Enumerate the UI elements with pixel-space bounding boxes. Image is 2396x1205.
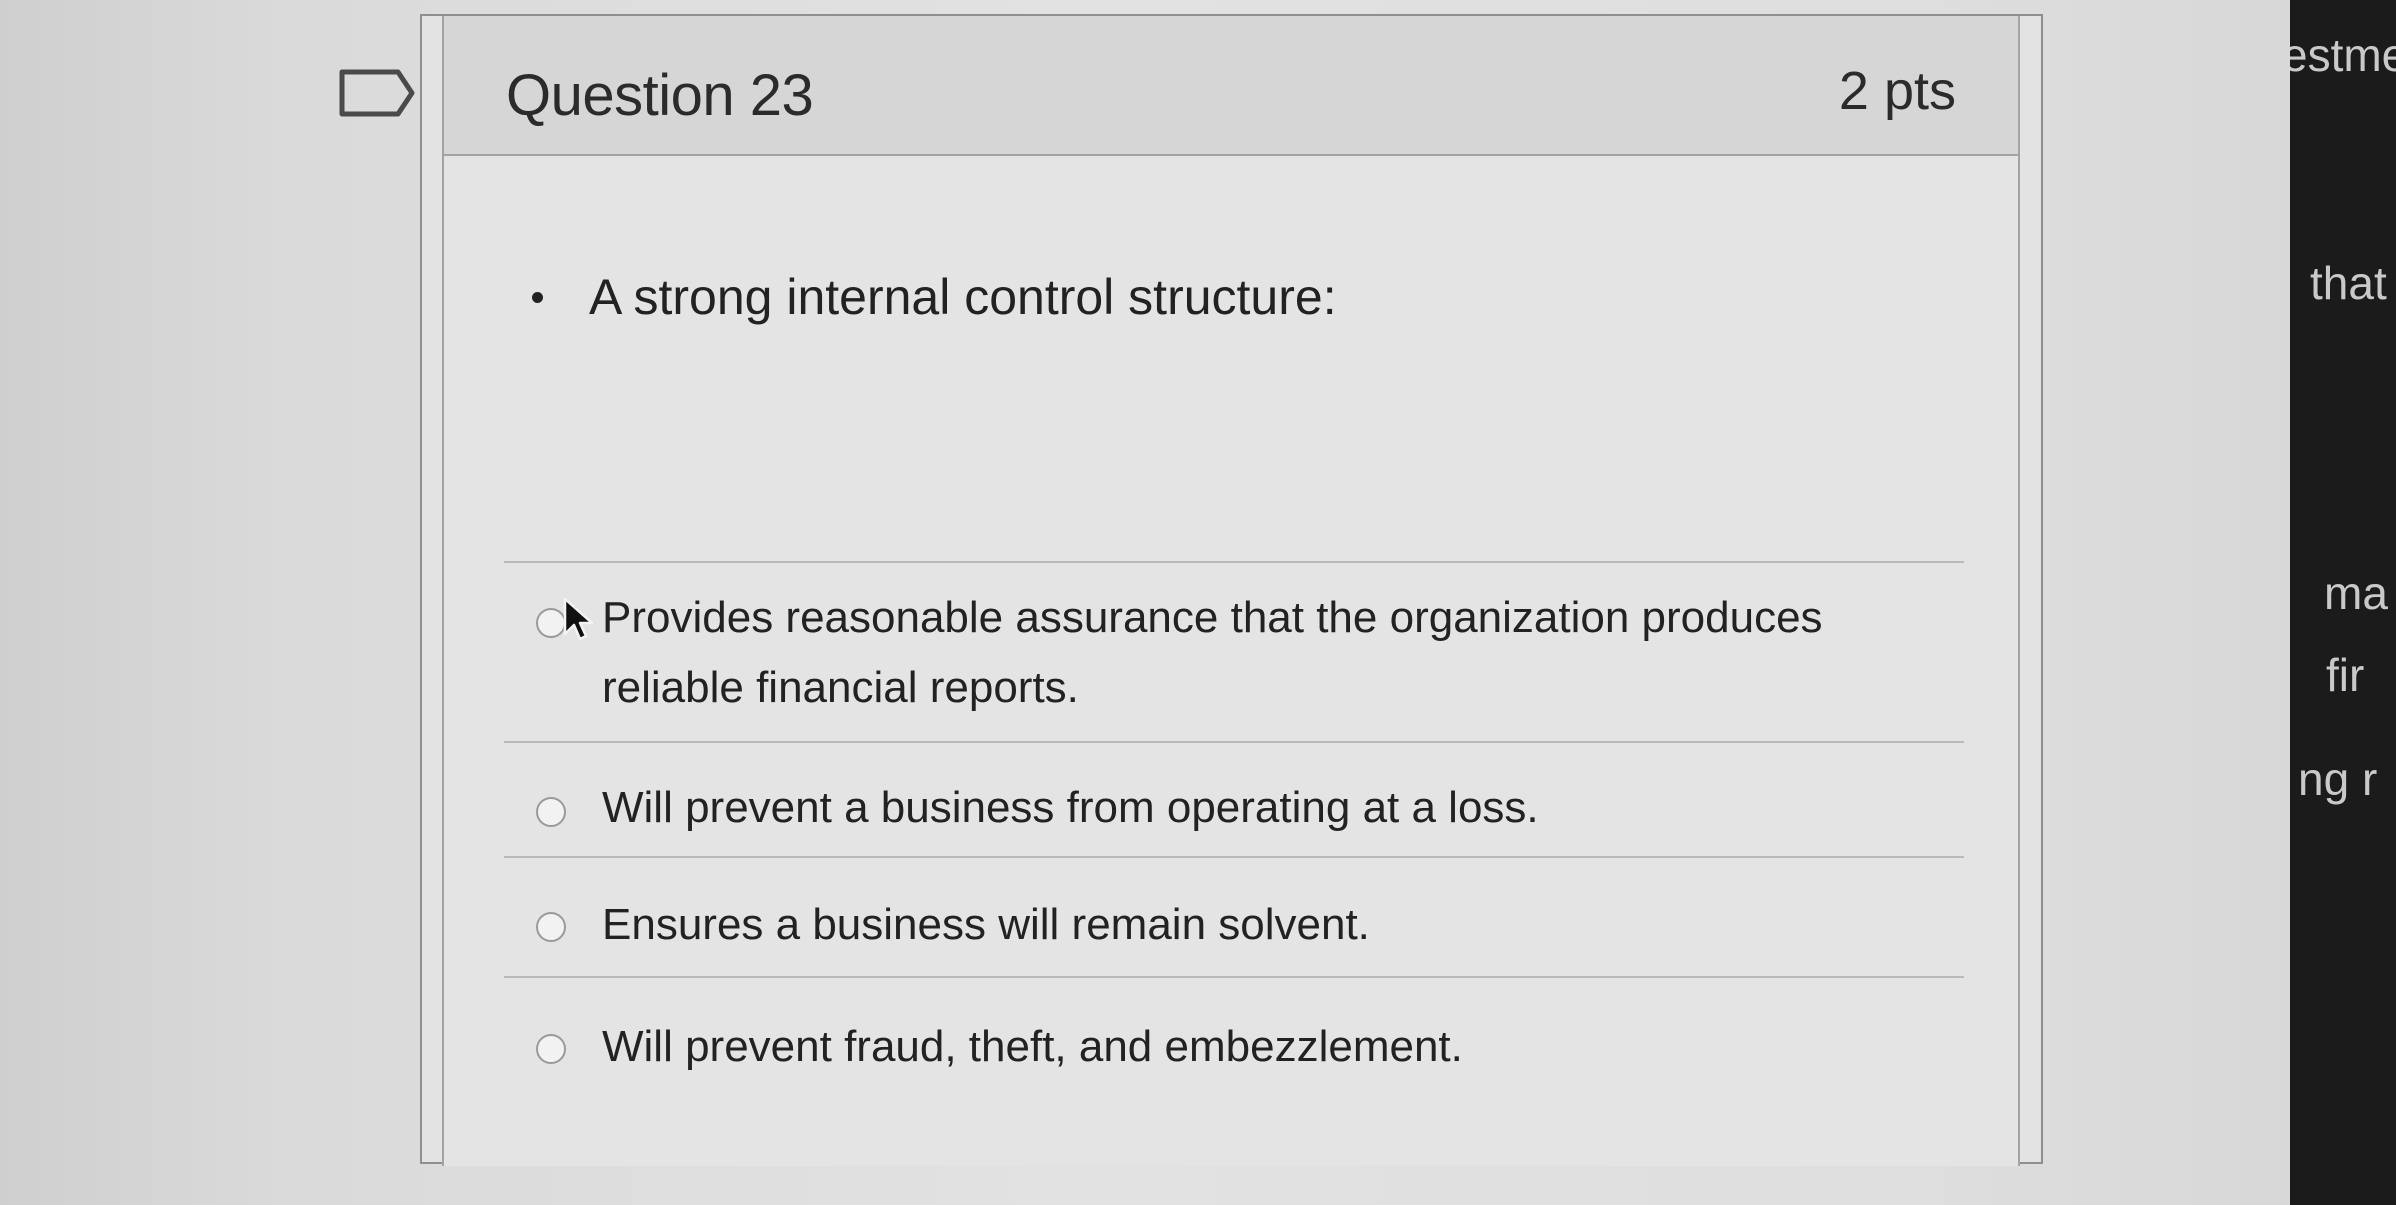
bullet-icon [532,291,543,303]
question-prompt: A strong internal control structure: [532,268,1337,326]
question-card: Question 23 2 pts A strong internal cont… [420,14,2043,1166]
radio-button-icon[interactable] [536,1034,566,1064]
side-text-fragment: fir [2326,649,2365,701]
side-text-fragment: ma [2324,567,2388,619]
answer-option-4[interactable]: Will prevent fraud, theft, and embezzlem… [504,976,1964,1086]
answer-option-2[interactable]: Will prevent a business from operating a… [504,741,1964,856]
answer-list: Provides reasonable assurance that the o… [504,561,1964,1086]
side-text-fragment: that [2310,257,2387,309]
radio-button-icon[interactable] [536,797,566,827]
adjacent-window-panel: estme that ma fir ng r [2290,0,2396,1205]
answer-label: Provides reasonable assurance that the o… [602,593,1823,712]
bookmark-flag-icon[interactable] [338,68,418,118]
side-text-fragment: estme [2290,29,2396,81]
answer-label: Will prevent a business from operating a… [602,783,1539,832]
answer-label: Will prevent fraud, theft, and embezzlem… [602,1022,1463,1071]
side-text-fragment: ng r [2298,753,2378,805]
question-points: 2 pts [1838,61,1956,121]
answer-option-3[interactable]: Ensures a business will remain solvent. [504,856,1964,976]
answer-label: Ensures a business will remain solvent. [602,900,1370,949]
question-title: Question 23 [506,63,814,128]
radio-button-icon[interactable] [536,912,566,942]
question-header: Question 23 2 pts [442,16,2020,156]
question-body: A strong internal control structure: Pro… [442,156,2020,1166]
mouse-pointer-icon [563,597,594,641]
question-prompt-text: A strong internal control structure: [589,269,1337,325]
answer-option-1[interactable]: Provides reasonable assurance that the o… [504,561,1964,741]
